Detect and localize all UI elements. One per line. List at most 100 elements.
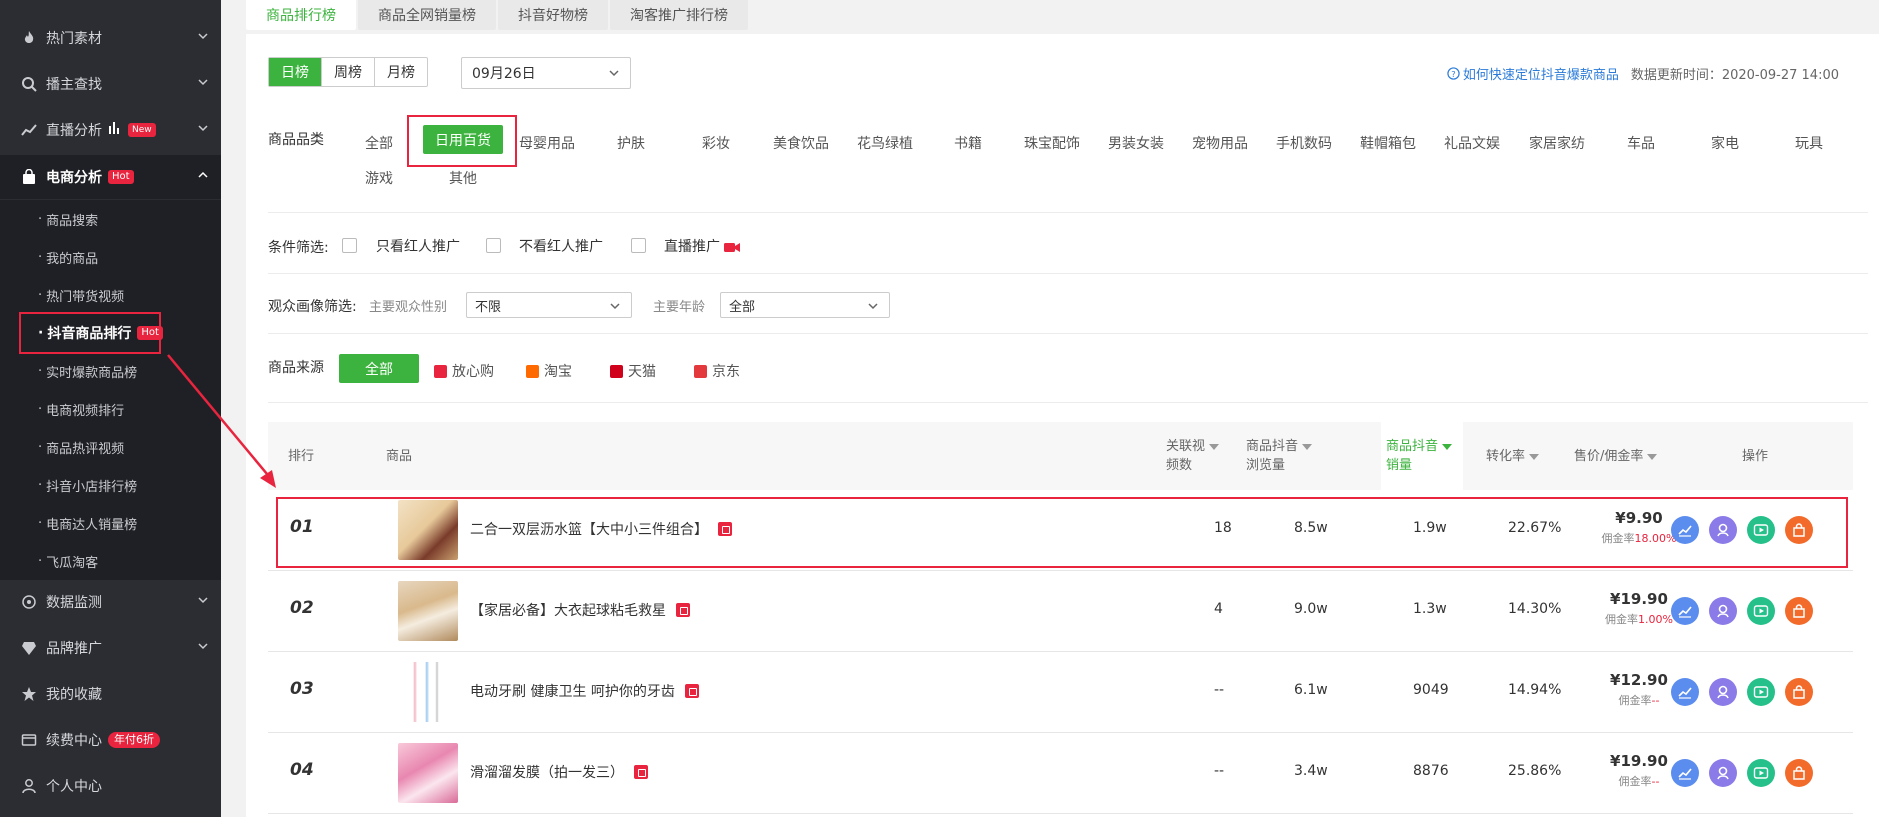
product-thumbnail[interactable] [398,743,458,803]
shop-icon[interactable] [1785,759,1813,787]
date-select[interactable]: 09月26日 [461,57,631,89]
sidebar-item-data-monitor[interactable]: 数据监测 [0,580,221,624]
tab-taoke-rank[interactable]: 淘客推广排行榜 [610,0,748,30]
source-all-button[interactable]: 全部 [339,354,419,383]
chevron-down-icon [610,303,620,310]
sidebar-item-hot-materials[interactable]: 热门素材 [0,16,221,60]
trend-chart-icon[interactable] [1671,597,1699,625]
category-item[interactable]: 花鸟绿植 [857,133,913,153]
table-row[interactable]: 03 电动牙刷 健康卫生 呵护你的牙齿 -- 6.1w 9049 14.94% … [268,652,1853,733]
sidebar-subitem-influencer-sales[interactable]: · 电商达人销量榜 [0,504,221,542]
period-daily-button[interactable]: 日榜 [269,58,321,86]
category-item[interactable]: 美食饮品 [773,133,829,153]
product-name[interactable]: 滑溜溜发膜（拍一发三） [470,762,648,782]
checkbox-influencer-only[interactable] [342,238,357,253]
sidebar-item-ecommerce-analysis[interactable]: 电商分析 Hot [0,155,221,199]
header-conversion[interactable]: 转化率 [1486,447,1540,466]
product-thumbnail[interactable] [398,581,458,641]
category-item[interactable]: 男装女装 [1108,133,1164,153]
source-taobao[interactable]: 淘宝 [526,361,572,381]
sidebar-item-label: 数据监测 [46,595,102,611]
help-link[interactable]: ? 如何快速定位抖音爆款商品 [1447,64,1619,83]
sidebar-subitem-realtime-hot[interactable]: · 实时爆款商品榜 [0,352,221,390]
sidebar-subitem-feigua-taoke[interactable]: · 飞瓜淘客 [0,542,221,580]
annotation-box-category [407,115,517,167]
category-item[interactable]: 其他 [449,168,477,188]
category-item[interactable]: 车品 [1627,133,1655,153]
age-select-value: 全部 [729,299,756,315]
product-name[interactable]: 电动牙刷 健康卫生 呵护你的牙齿 [470,681,699,701]
divider [268,212,1868,213]
sidebar-item-live-analysis[interactable]: 直播分析 New [0,108,221,152]
period-weekly-button[interactable]: 周榜 [321,58,374,86]
category-item[interactable]: 珠宝配饰 [1024,133,1080,153]
cell-conversion: 25.86% [1508,763,1562,779]
hot-badge: Hot [108,170,134,184]
source-tmall[interactable]: 天猫 [610,361,656,381]
gender-select[interactable]: 不限 [466,292,632,318]
header-line: 关联视 [1166,439,1206,454]
table-row[interactable]: 04 滑溜溜发膜（拍一发三） -- 3.4w 8876 25.86% ¥19.9… [268,733,1853,814]
sidebar-subitem-product-search[interactable]: · 商品搜索 [0,200,221,238]
influencer-icon[interactable] [1709,678,1737,706]
shop-icon[interactable] [676,603,690,617]
category-item[interactable]: 鞋帽箱包 [1360,133,1416,153]
annotation-box-sidebar [19,312,161,354]
influencer-icon[interactable] [1709,759,1737,787]
sidebar-subitem-video-rank[interactable]: · 电商视频排行 [0,390,221,428]
checkbox-live-promotion[interactable] [631,238,646,253]
sidebar-subitem-hot-videos[interactable]: · 热门带货视频 [0,276,221,314]
header-views[interactable]: 商品抖音 浏览量 [1246,437,1313,475]
divider [268,273,1868,274]
sidebar-subitem-hot-comment-videos[interactable]: · 商品热评视频 [0,428,221,466]
category-item[interactable]: 家电 [1711,133,1739,153]
audience-label: 观众画像筛选: [268,299,357,315]
influencer-icon[interactable] [1709,597,1737,625]
source-jd[interactable]: 京东 [694,361,740,381]
sidebar-item-streamer-search[interactable]: 播主查找 [0,62,221,106]
sidebar-item-favorites[interactable]: 我的收藏 [0,672,221,716]
header-sales[interactable]: 商品抖音 销量 [1386,437,1453,475]
tab-douyin-good-items[interactable]: 抖音好物榜 [498,0,608,30]
cell-views: 6.1w [1294,682,1328,698]
tab-network-sales[interactable]: 商品全网销量榜 [358,0,496,30]
shop-icon[interactable] [1785,678,1813,706]
age-select[interactable]: 全部 [720,292,890,318]
header-videos[interactable]: 关联视 频数 [1166,437,1220,475]
source-fangxingou[interactable]: 放心购 [434,361,494,381]
video-play-icon[interactable] [1747,759,1775,787]
shop-icon[interactable] [684,684,699,698]
category-item[interactable]: 护肤 [617,133,645,153]
video-play-icon[interactable] [1747,597,1775,625]
sidebar-subitem-label: 商品搜索 [46,213,99,229]
product-thumbnail[interactable] [398,662,458,722]
source-label: 商品来源 [268,360,324,376]
sidebar-subitem-shop-rank[interactable]: · 抖音小店排行榜 [0,466,221,504]
category-item[interactable]: 家居家纺 [1529,133,1585,153]
sidebar-subitem-my-products[interactable]: · 我的商品 [0,238,221,276]
table-row[interactable]: 02 【家居必备】大衣起球粘毛救星 4 9.0w 1.3w 14.30% ¥19… [268,571,1853,652]
category-item[interactable]: 手机数码 [1276,133,1332,153]
product-name[interactable]: 【家居必备】大衣起球粘毛救星 [470,600,690,620]
sidebar-item-renewal-center[interactable]: 续费中心 年付6折 [0,718,221,762]
category-item[interactable]: 游戏 [365,168,393,188]
sidebar-item-brand-promotion[interactable]: 品牌推广 [0,626,221,670]
shop-icon[interactable] [634,765,648,779]
category-item[interactable]: 书籍 [954,133,982,153]
category-all[interactable]: 全部 [365,133,393,153]
checkbox-no-influencer[interactable] [486,238,501,253]
shop-icon[interactable] [1785,597,1813,625]
period-monthly-button[interactable]: 月榜 [374,58,427,86]
header-price[interactable]: 售价/佣金率 [1574,447,1658,466]
category-item[interactable]: 礼品文娱 [1444,133,1500,153]
sidebar-item-personal-center[interactable]: 个人中心 [0,764,221,808]
trend-chart-icon[interactable] [1671,678,1699,706]
video-play-icon[interactable] [1747,678,1775,706]
category-item[interactable]: 彩妆 [702,133,730,153]
tab-product-rank[interactable]: 商品排行榜 [246,0,356,30]
trend-chart-icon[interactable] [1671,759,1699,787]
category-label: 商品品类 [268,132,324,148]
category-item[interactable]: 母婴用品 [519,133,575,153]
category-item[interactable]: 宠物用品 [1192,133,1248,153]
category-item[interactable]: 玩具 [1795,133,1823,153]
